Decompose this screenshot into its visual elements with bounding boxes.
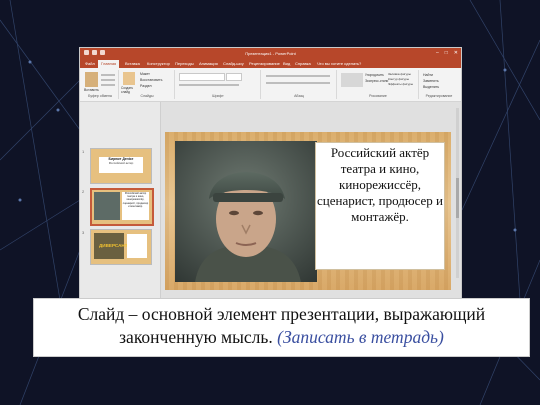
replace-button[interactable]: Заменить (423, 79, 439, 83)
tab-review[interactable]: Рецензирование (246, 60, 283, 68)
arrange-button[interactable]: Упорядочить (365, 73, 384, 77)
copy-button[interactable] (101, 79, 115, 81)
window-title: Презентация1 - PowerPoint (245, 51, 296, 56)
group-label-editing: Редактирование (425, 94, 453, 98)
definition-banner: Слайд – основной элемент презентации, вы… (33, 298, 530, 357)
slide-caption-box[interactable]: Российский актёр театра и кино, кинорежи… (315, 142, 445, 270)
align-buttons[interactable] (266, 82, 330, 84)
select-button[interactable]: Выделить (423, 85, 439, 89)
thumbnail-number: 3 (82, 230, 85, 235)
actor-photo[interactable] (175, 141, 317, 282)
minimize-icon[interactable]: – (436, 50, 439, 56)
group-slides: Создать слайд Макет Восстановить Раздел … (120, 70, 175, 99)
definition-note: (Записать в тетрадь) (277, 327, 444, 347)
group-label-drawing: Рисование (369, 94, 387, 98)
definition-text: Слайд – основной элемент презентации, вы… (34, 303, 529, 349)
tab-slideshow[interactable]: Слайд-шоу (220, 60, 247, 68)
tab-transitions[interactable]: Переходы (172, 60, 197, 68)
tab-insert[interactable]: Вставка (122, 60, 143, 68)
thumbnail-number: 1 (82, 149, 85, 154)
group-label-slides: Слайды (140, 94, 154, 98)
ribbon-tabs: Файл Главная Вставка Конструктор Переход… (80, 59, 461, 68)
group-font: Шрифт (176, 70, 261, 99)
slide-thumbnail-2[interactable]: Российский актёр театра и кино, кинорежи… (90, 188, 154, 226)
slide-thumbnails-pane: 1 Бирюкт Денiсе Российский актёр 2 Росси… (80, 102, 161, 303)
title-bar: Презентация1 - PowerPoint – □ ✕ (80, 48, 461, 59)
thumbnail-subtitle: Российский актёр (108, 161, 134, 165)
new-slide-icon[interactable] (123, 72, 135, 85)
thumbnail-title-box: Бирюкт Денiсе Российский актёр (99, 157, 143, 173)
quick-styles-button[interactable]: Экспресс-стили (365, 79, 388, 83)
thumbnail-number: 2 (82, 189, 85, 194)
tab-animations[interactable]: Анимация (196, 60, 221, 68)
font-size-select[interactable] (226, 73, 242, 81)
group-clipboard: Вставить Буфер обмена (82, 70, 119, 99)
font-name-select[interactable] (179, 73, 225, 81)
tab-design[interactable]: Конструктор (144, 60, 173, 68)
restore-button[interactable]: Восстановить (140, 78, 162, 82)
slide-thumbnail-3[interactable]: ДИВЕРСАНТ (90, 229, 152, 265)
group-label-clipboard: Буфер обмена (88, 94, 112, 98)
group-drawing: Упорядочить Экспресс-стили Заливка фигур… (338, 70, 419, 99)
font-format-buttons[interactable] (179, 84, 239, 86)
format-painter-button[interactable] (101, 84, 115, 86)
group-label-font: Шрифт (212, 94, 224, 98)
actor-portrait-image (175, 141, 317, 282)
close-icon[interactable]: ✕ (454, 50, 458, 56)
group-editing: Найти Заменить Выделить Редактирование (420, 70, 458, 99)
shape-fill-button[interactable]: Заливка фигуры (388, 72, 411, 76)
scrollbar-thumb[interactable] (456, 178, 459, 218)
window-controls: – □ ✕ (436, 50, 458, 56)
tell-me-search[interactable]: Что вы хотите сделать? (314, 60, 364, 68)
list-buttons[interactable] (266, 75, 330, 77)
cut-button[interactable] (101, 74, 115, 76)
shape-outline-button[interactable]: Контур фигуры (388, 77, 409, 81)
section-button[interactable]: Раздел (140, 84, 152, 88)
paste-icon[interactable] (85, 72, 98, 87)
shape-effects-button[interactable]: Эффекты фигуры (388, 82, 413, 86)
layout-button[interactable]: Макет (140, 72, 150, 76)
find-button[interactable]: Найти (423, 73, 433, 77)
tab-home[interactable]: Главная (98, 60, 120, 68)
thumbnail-caption: Российский актёр театра и кино, кинорежи… (122, 192, 149, 220)
shapes-gallery[interactable] (341, 73, 363, 87)
paste-button[interactable]: Вставить (84, 88, 99, 92)
new-slide-button[interactable]: Создать слайд (121, 86, 139, 94)
slide-editor: Российский актёр театра и кино, кинорежи… (161, 102, 461, 303)
maximize-icon[interactable]: □ (445, 50, 448, 56)
current-slide[interactable]: Российский актёр театра и кино, кинорежи… (165, 132, 451, 290)
ribbon-home: Вставить Буфер обмена Создать слайд Маке… (80, 68, 461, 102)
editor-scrollbar[interactable] (456, 108, 459, 278)
tab-file[interactable]: Файл (82, 60, 98, 68)
powerpoint-window: Презентация1 - PowerPoint – □ ✕ Файл Гла… (80, 48, 461, 303)
slide-caption-text: Российский актёр театра и кино, кинорежи… (317, 145, 443, 224)
thumbnail-film-title: ДИВЕРСАНТ (99, 243, 128, 248)
group-paragraph: Абзац (262, 70, 337, 99)
group-label-paragraph: Абзац (294, 94, 304, 98)
thumbnail-photo (94, 192, 120, 220)
slide-thumbnail-1[interactable]: Бирюкт Денiсе Российский актёр (90, 148, 152, 184)
thumbnail-text-box (127, 234, 147, 258)
tab-help[interactable]: Справка (292, 60, 314, 68)
